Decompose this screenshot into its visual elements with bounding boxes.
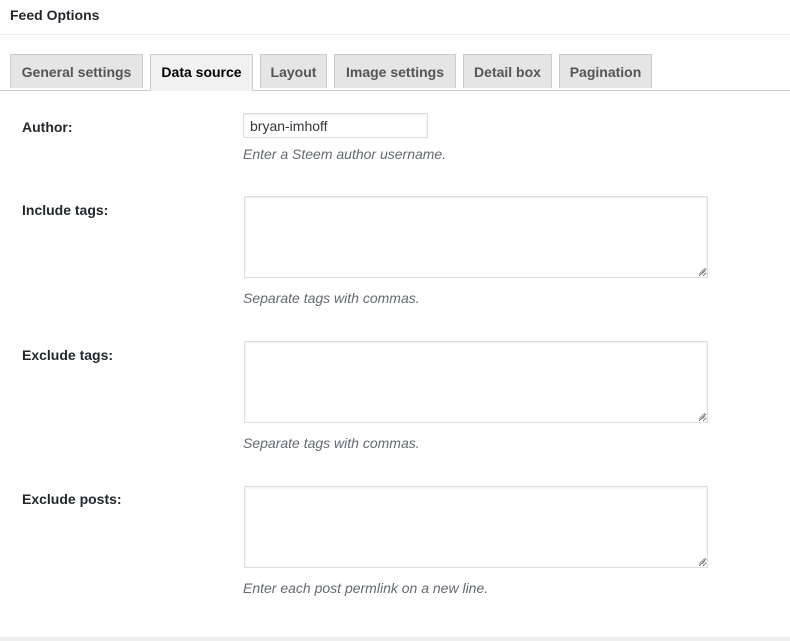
tab-pagination[interactable]: Pagination xyxy=(559,54,652,88)
exclude-posts-label: Exclude posts: xyxy=(22,491,122,507)
author-description: Enter a Steem author username. xyxy=(243,146,447,162)
tab-general-settings[interactable]: General settings xyxy=(10,54,143,88)
exclude-posts-textarea[interactable] xyxy=(244,486,708,568)
exclude-tags-label: Exclude tags: xyxy=(22,347,114,363)
panel-bottom-divider xyxy=(0,637,790,641)
include-tags-description: Separate tags with commas. xyxy=(243,290,420,306)
tab-layout[interactable]: Layout xyxy=(260,54,327,88)
include-tags-textarea[interactable] xyxy=(244,196,708,278)
author-input[interactable] xyxy=(243,113,428,138)
include-tags-label: Include tags: xyxy=(22,202,109,218)
feed-options-panel: Feed Options General settings Data sourc… xyxy=(0,0,790,641)
tab-bar: General settings Data source Layout Imag… xyxy=(0,54,790,91)
tab-image-settings[interactable]: Image settings xyxy=(334,54,456,88)
tab-detail-box[interactable]: Detail box xyxy=(463,54,552,88)
exclude-tags-description: Separate tags with commas. xyxy=(243,435,420,451)
panel-title: Feed Options xyxy=(10,7,100,23)
exclude-tags-textarea[interactable] xyxy=(244,341,708,423)
tab-data-source[interactable]: Data source xyxy=(150,54,253,91)
exclude-posts-description: Enter each post permlink on a new line. xyxy=(243,580,489,596)
author-label: Author: xyxy=(22,119,73,135)
panel-header: Feed Options xyxy=(0,0,790,35)
